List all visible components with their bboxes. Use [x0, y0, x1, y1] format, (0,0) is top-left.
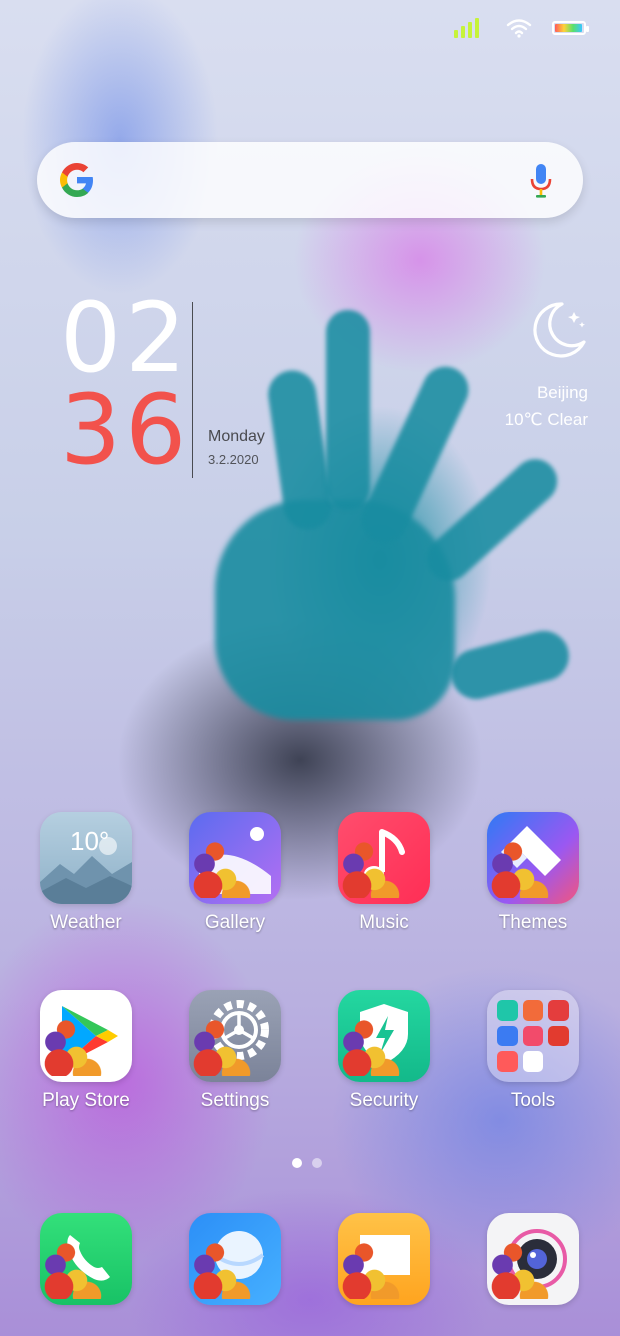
- dock-phone[interactable]: [26, 1213, 146, 1305]
- signal-icon: [452, 16, 486, 40]
- page-dot[interactable]: [312, 1158, 322, 1168]
- decoration: [338, 836, 406, 898]
- music-note-icon: [338, 812, 430, 904]
- app-label: Tools: [510, 1090, 556, 1111]
- page-dot-active[interactable]: [292, 1158, 302, 1168]
- microphone-icon[interactable]: [527, 162, 555, 200]
- app-security[interactable]: Security: [324, 990, 444, 1112]
- clock-hour: 02: [60, 282, 191, 394]
- weather-icon: 10°: [40, 812, 132, 904]
- google-search-bar[interactable]: [37, 142, 583, 218]
- folder-icon: [487, 990, 579, 1082]
- messages-icon: [338, 1213, 430, 1305]
- battery-level: [555, 24, 582, 32]
- app-label: Settings: [200, 1090, 270, 1111]
- decoration: [189, 1237, 257, 1299]
- decoration: [189, 1014, 257, 1076]
- gear-icon: [189, 990, 281, 1082]
- decoration: [338, 1014, 406, 1076]
- clock-date: 3.2.2020: [208, 452, 259, 467]
- app-label: Music: [359, 912, 409, 933]
- weather-city[interactable]: Beijing: [537, 383, 588, 403]
- clock-minute: 36: [60, 374, 191, 486]
- app-label: Weather: [50, 912, 122, 933]
- app-settings[interactable]: Settings: [175, 990, 295, 1112]
- phone-icon: [40, 1213, 132, 1305]
- dock-browser[interactable]: [175, 1213, 295, 1305]
- shield-bolt-icon: [338, 990, 430, 1082]
- play-store-icon: [40, 990, 132, 1082]
- app-label: Play Store: [42, 1090, 130, 1111]
- app-label: Security: [349, 1090, 419, 1111]
- weather-condition: 10℃ Clear: [504, 410, 588, 429]
- gallery-icon: [189, 812, 281, 904]
- decoration: [40, 1014, 108, 1076]
- weather-temp-badge: 10°: [70, 826, 110, 856]
- app-label: Themes: [498, 912, 568, 933]
- app-music[interactable]: Music: [324, 812, 444, 934]
- decoration: [487, 836, 555, 898]
- decoration: [487, 1237, 555, 1299]
- app-themes[interactable]: Themes: [473, 812, 593, 934]
- google-g-icon: [60, 163, 93, 197]
- decoration: [40, 1237, 108, 1299]
- app-play-store[interactable]: Play Store: [26, 990, 146, 1112]
- dock-messages[interactable]: [324, 1213, 444, 1305]
- clock-divider: [192, 302, 193, 478]
- folder-contents: [497, 1000, 569, 1072]
- app-tools-folder[interactable]: Tools: [473, 990, 593, 1112]
- decoration: [189, 836, 257, 898]
- page-indicator[interactable]: [292, 1158, 322, 1168]
- battery-icon: [552, 21, 589, 35]
- app-gallery[interactable]: Gallery: [175, 812, 295, 934]
- clock-widget[interactable]: 02 36: [60, 282, 191, 486]
- decoration: [338, 1237, 406, 1299]
- clock-day: Monday: [208, 428, 265, 445]
- app-weather[interactable]: 10° Weather: [26, 812, 146, 934]
- themes-brush-icon: [487, 812, 579, 904]
- wallpaper-hand: [215, 500, 455, 720]
- browser-icon: [189, 1213, 281, 1305]
- app-label: Gallery: [204, 912, 266, 933]
- wallpaper-finger: [326, 310, 370, 510]
- status-bar: [452, 14, 589, 42]
- moon-stars-icon[interactable]: [526, 298, 590, 362]
- camera-icon: [487, 1213, 579, 1305]
- wifi-icon: [506, 18, 532, 38]
- dock-camera[interactable]: [473, 1213, 593, 1305]
